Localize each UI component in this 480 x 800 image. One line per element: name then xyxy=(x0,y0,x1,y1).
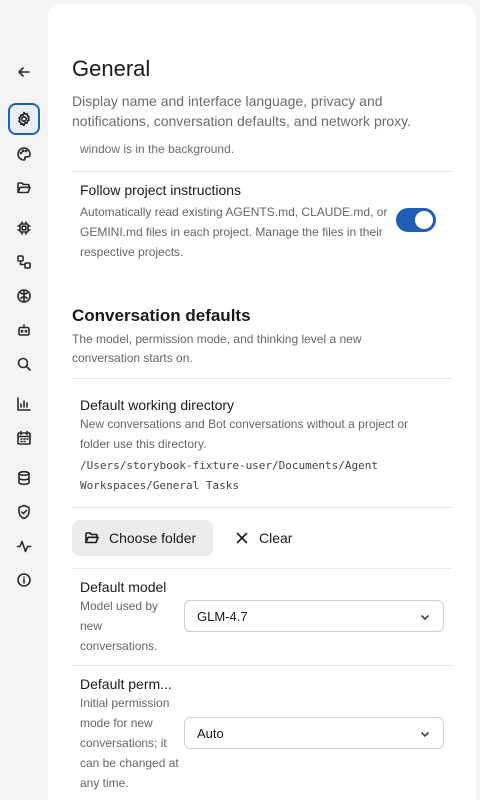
default-permission-title: Default perm... xyxy=(80,676,172,692)
clear-label: Clear xyxy=(259,530,293,546)
sidebar-item-memory[interactable] xyxy=(8,280,40,312)
sidebar-item-models[interactable] xyxy=(8,212,40,244)
sidebar-item-workflows[interactable] xyxy=(8,246,40,278)
working-directory-description: New conversations and Bot conversations … xyxy=(80,417,409,451)
follow-instructions-title: Follow project instructions xyxy=(80,182,242,198)
working-directory-path: /Users/storybook-fixture-user/Documents/… xyxy=(80,459,379,492)
bar-chart-icon xyxy=(17,397,31,411)
page-title: General xyxy=(72,56,151,81)
chevron-down-icon xyxy=(419,611,431,623)
divider xyxy=(72,665,452,666)
sidebar-item-appearance[interactable] xyxy=(8,138,40,170)
chevron-down-icon xyxy=(419,728,431,740)
folder-open-icon xyxy=(17,182,31,194)
sidebar-item-activity[interactable] xyxy=(8,530,40,562)
arrow-left-icon xyxy=(18,67,30,77)
sidebar-item-bots[interactable] xyxy=(8,314,40,346)
default-model-title: Default model xyxy=(80,579,167,595)
activity-icon xyxy=(16,540,32,553)
sidebar-item-general[interactable] xyxy=(8,103,40,135)
gear-icon xyxy=(18,111,30,127)
info-icon xyxy=(17,573,31,587)
brain-icon xyxy=(17,289,31,303)
toggle-knob xyxy=(415,211,433,229)
follow-instructions-toggle[interactable] xyxy=(396,208,436,232)
default-model-value: GLM-4.7 xyxy=(197,608,248,624)
default-permission-select[interactable]: Auto xyxy=(184,717,444,749)
default-permission-description: Initial permission mode for new conversa… xyxy=(80,696,179,790)
palette-icon xyxy=(17,147,31,161)
clear-button[interactable]: Clear xyxy=(224,520,302,556)
close-icon xyxy=(236,532,248,544)
divider xyxy=(72,507,452,508)
search-icon xyxy=(17,357,31,371)
chip-icon xyxy=(17,221,31,235)
choose-folder-button[interactable]: Choose folder xyxy=(72,520,213,556)
calendar-icon xyxy=(17,430,31,445)
database-icon xyxy=(18,470,30,486)
sidebar-item-search[interactable] xyxy=(8,348,40,380)
divider xyxy=(72,378,452,379)
cut-off-description: window is in the background. xyxy=(80,144,235,156)
page-subtitle: Display name and interface language, pri… xyxy=(72,93,412,129)
workflow-icon xyxy=(17,255,31,269)
sidebar-item-data[interactable] xyxy=(8,462,40,494)
default-model-description: Model used by new conversations. xyxy=(80,599,159,653)
sidebar-item-about[interactable] xyxy=(8,564,40,596)
default-model-select[interactable]: GLM-4.7 xyxy=(184,600,444,632)
settings-sidebar xyxy=(0,0,48,800)
sidebar-item-security[interactable] xyxy=(8,496,40,528)
working-directory-title: Default working directory xyxy=(80,397,235,413)
divider xyxy=(72,171,452,172)
follow-instructions-description: Automatically read existing AGENTS.md, C… xyxy=(80,205,388,259)
sidebar-item-schedule[interactable] xyxy=(8,422,40,454)
back-button[interactable] xyxy=(8,56,40,88)
sidebar-item-usage[interactable] xyxy=(8,388,40,420)
divider xyxy=(72,568,452,569)
settings-panel: General Display name and interface langu… xyxy=(48,4,476,800)
settings-scroll-area[interactable]: window is in the background. Follow proj… xyxy=(72,144,452,800)
folder-open-icon xyxy=(85,532,99,544)
sidebar-item-projects[interactable] xyxy=(8,172,40,204)
bot-icon xyxy=(18,324,30,336)
conversation-defaults-description: The model, permission mode, and thinking… xyxy=(72,332,362,365)
conversation-defaults-title: Conversation defaults xyxy=(72,306,251,325)
shield-check-icon xyxy=(18,504,30,520)
choose-folder-label: Choose folder xyxy=(109,530,197,546)
default-permission-value: Auto xyxy=(197,725,224,741)
